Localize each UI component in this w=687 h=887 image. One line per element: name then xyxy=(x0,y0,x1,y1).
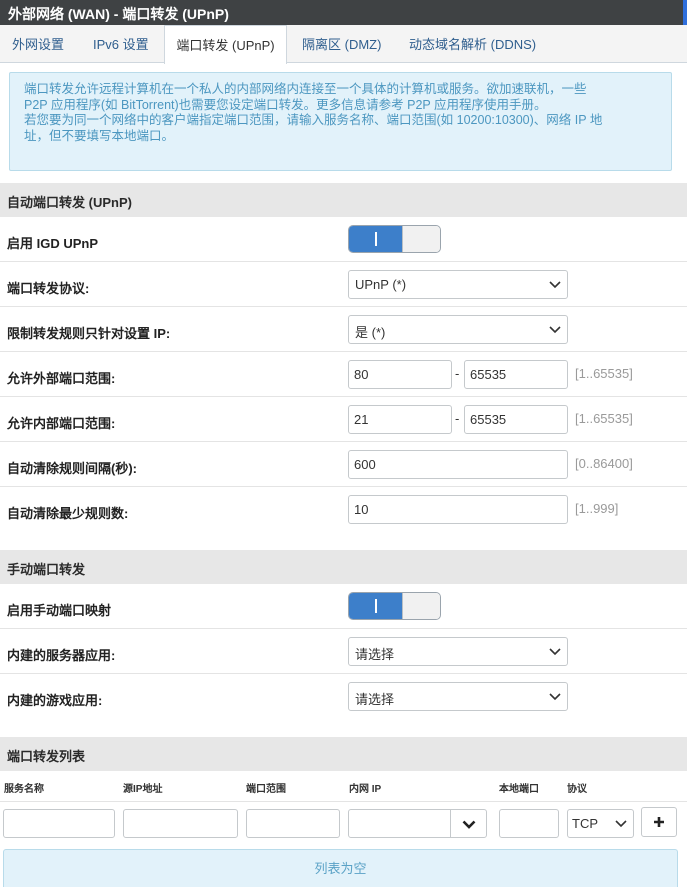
server-apps-label: 内建的服务器应用: xyxy=(7,648,116,663)
section-title: 端口转发列表 xyxy=(7,749,86,764)
tab-bar: 外网设置 IPv6 设置 端口转发 (UPnP) 隔离区 (DMZ) 动态域名解… xyxy=(0,25,687,64)
row-int-port-range: 允许内部端口范围: 21 - 65535 [1..65535] xyxy=(0,397,687,442)
clean-min-input[interactable]: 10 xyxy=(348,495,568,524)
tab-ddns[interactable]: 动态域名解析 (DDNS) xyxy=(409,25,536,63)
toggle-on-mark xyxy=(375,599,377,613)
int-range-from-input[interactable]: 21 xyxy=(348,405,452,434)
plus-icon xyxy=(654,817,664,827)
window-title: 外部网络 (WAN) - 端口转发 (UPnP) xyxy=(8,6,229,22)
row-enable-igd: 启用 IGD UPnP xyxy=(0,217,687,262)
section-header-manual: 手动端口转发 xyxy=(0,550,687,584)
range-dash: - xyxy=(455,366,460,381)
note-line: 若您要为同一个网络中的客户端指定端口范围，请输入服务名称、端口范围(如 1020… xyxy=(24,113,603,127)
ext-range-label: 允许外部端口范围: xyxy=(7,371,116,386)
server-apps-value: 请选择 xyxy=(355,647,395,662)
chevron-down-icon xyxy=(549,326,561,334)
chevron-down-icon xyxy=(615,820,627,828)
chevron-down-icon xyxy=(549,693,561,701)
new-protocol-value: TCP xyxy=(572,816,598,831)
section-header-list: 端口转发列表 xyxy=(0,737,687,771)
enable-manual-label: 启用手动端口映射 xyxy=(7,603,112,618)
clean-min-hint: [1..999] xyxy=(575,501,619,516)
row-clean-min: 自动清除最少规则数: 10 [1..999] xyxy=(0,487,687,533)
add-rule-button[interactable] xyxy=(641,807,677,837)
chevron-down-icon xyxy=(462,820,476,829)
col-header-protocol: 协议 xyxy=(567,784,587,795)
chevron-down-icon xyxy=(549,648,561,656)
row-game-apps: 内建的游戏应用: 请选择 xyxy=(0,674,687,720)
new-lan-ip-input[interactable] xyxy=(348,809,451,838)
section-header-upnp: 自动端口转发 (UPnP) xyxy=(0,183,687,217)
row-enable-manual: 启用手动端口映射 xyxy=(0,584,687,629)
restrict-ip-select[interactable]: 是 (*) xyxy=(348,315,568,344)
col-header-port-range: 端口范围 xyxy=(246,784,286,795)
new-protocol-select[interactable]: TCP xyxy=(567,809,634,838)
row-server-apps: 内建的服务器应用: 请选择 xyxy=(0,629,687,674)
toggle-knob xyxy=(402,226,440,252)
chevron-down-icon xyxy=(549,281,561,289)
clean-min-label: 自动清除最少规则数: xyxy=(7,506,129,521)
divider xyxy=(0,801,687,802)
protocol-select[interactable]: UPnP (*) xyxy=(348,270,568,299)
row-ext-port-range: 允许外部端口范围: 80 - 65535 [1..65535] xyxy=(0,352,687,397)
toggle-knob xyxy=(402,593,440,619)
restrict-ip-label: 限制转发规则只针对设置 IP: xyxy=(7,326,171,341)
info-note: 端口转发允许远程计算机在一个私人的内部网络内连接至一个具体的计算机或服务。欲加速… xyxy=(9,72,672,171)
toggle-on-segment xyxy=(349,593,402,619)
clean-interval-label: 自动清除规则间隔(秒): xyxy=(7,461,137,476)
range-dash: - xyxy=(455,411,460,426)
new-port-range-input[interactable] xyxy=(246,809,340,838)
protocol-label: 端口转发协议: xyxy=(7,281,90,296)
section-title: 自动端口转发 (UPnP) xyxy=(7,195,132,210)
tab-wan-settings[interactable]: 外网设置 xyxy=(12,25,64,63)
game-apps-value: 请选择 xyxy=(355,692,395,707)
col-header-local-port: 本地端口 xyxy=(499,784,539,795)
tab-ipv6-settings[interactable]: IPv6 设置 xyxy=(93,25,149,63)
enable-igd-label: 启用 IGD UPnP xyxy=(7,236,99,251)
new-service-input[interactable] xyxy=(3,809,115,838)
ext-range-hint: [1..65535] xyxy=(575,366,633,381)
section-title: 手动端口转发 xyxy=(7,562,86,577)
new-src-ip-input[interactable] xyxy=(123,809,238,838)
int-range-label: 允许内部端口范围: xyxy=(7,416,116,431)
enable-manual-toggle[interactable] xyxy=(348,592,441,620)
toggle-on-mark xyxy=(375,232,377,246)
int-range-hint: [1..65535] xyxy=(575,411,633,426)
tab-dmz[interactable]: 隔离区 (DMZ) xyxy=(302,25,381,63)
ext-range-to-value: 65535 xyxy=(470,367,507,382)
note-line: 址，但不要填写本地端口。 xyxy=(24,128,175,143)
row-restrict-ip: 限制转发规则只针对设置 IP: 是 (*) xyxy=(0,307,687,352)
window-titlebar: 外部网络 (WAN) - 端口转发 (UPnP) xyxy=(0,0,687,25)
clean-min-value: 10 xyxy=(354,502,369,517)
note-line: P2P 应用程序(如 BitTorrent)也需要您设定端口转发。更多信息请参考… xyxy=(24,97,547,112)
server-apps-select[interactable]: 请选择 xyxy=(348,637,568,666)
row-protocol: 端口转发协议: UPnP (*) xyxy=(0,262,687,307)
lan-ip-dropdown-button[interactable] xyxy=(450,809,487,838)
protocol-value: UPnP (*) xyxy=(355,277,407,292)
int-range-to-value: 65535 xyxy=(470,412,507,427)
row-clean-interval: 自动清除规则间隔(秒): 600 [0..86400] xyxy=(0,442,687,487)
note-line: 端口转发允许远程计算机在一个私人的内部网络内连接至一个具体的计算机或服务。欲加速… xyxy=(24,82,587,96)
clean-interval-input[interactable]: 600 xyxy=(348,450,568,479)
titlebar-accent-edge xyxy=(683,0,687,25)
ext-range-from-input[interactable]: 80 xyxy=(348,360,452,389)
game-apps-select[interactable]: 请选择 xyxy=(348,682,568,711)
new-local-port-input[interactable] xyxy=(499,809,559,838)
restrict-ip-value: 是 (*) xyxy=(355,325,386,340)
tab-port-forwarding[interactable]: 端口转发 (UPnP) xyxy=(164,25,287,64)
enable-igd-toggle[interactable] xyxy=(348,225,441,253)
ext-range-from-value: 80 xyxy=(354,367,369,382)
int-range-to-input[interactable]: 65535 xyxy=(464,405,568,434)
ext-range-to-input[interactable]: 65535 xyxy=(464,360,568,389)
game-apps-label: 内建的游戏应用: xyxy=(7,693,103,708)
clean-interval-value: 600 xyxy=(354,457,376,472)
col-header-src-ip: 源IP地址 xyxy=(123,784,163,795)
int-range-from-value: 21 xyxy=(354,412,369,427)
col-header-service: 服务名称 xyxy=(4,784,44,795)
toggle-on-segment xyxy=(349,226,402,252)
empty-list-message: 列表为空 xyxy=(3,849,678,887)
col-header-lan-ip: 内网 IP xyxy=(349,784,382,795)
clean-interval-hint: [0..86400] xyxy=(575,456,633,471)
